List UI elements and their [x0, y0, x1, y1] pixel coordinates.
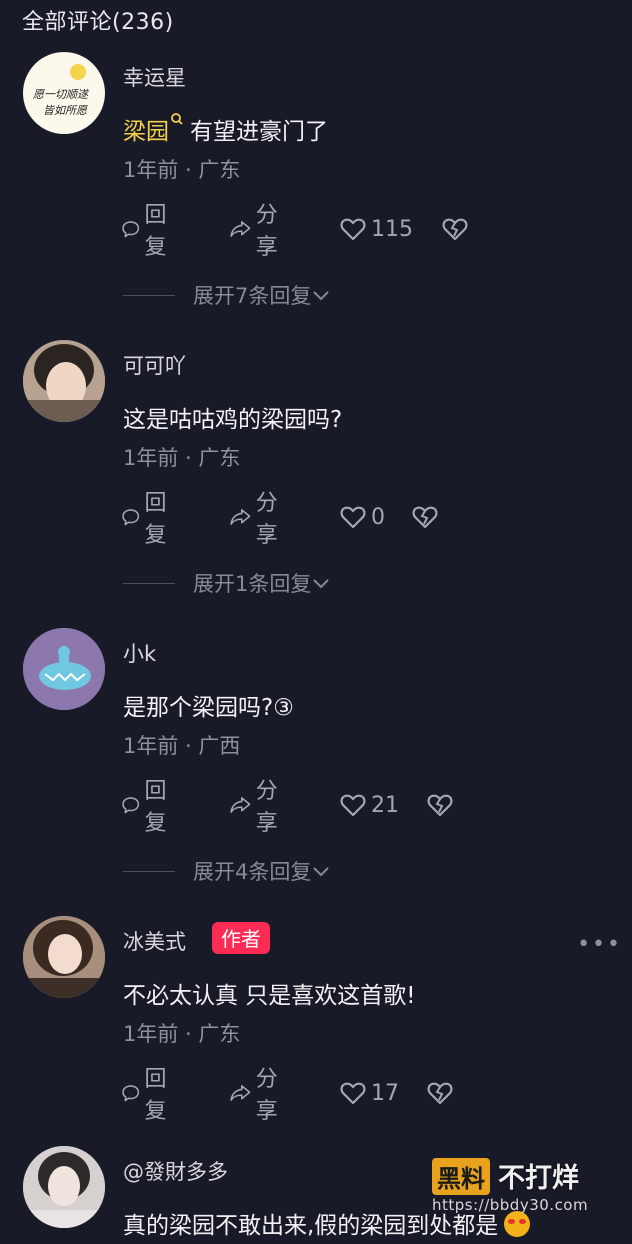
like-count: 21	[371, 792, 399, 818]
reply-label: 回复	[144, 1067, 167, 1124]
share-label: 分享	[255, 491, 278, 548]
comment-meta: 1年前 · 广西	[123, 734, 241, 758]
divider	[123, 582, 175, 584]
broken-heart-icon	[412, 506, 438, 529]
reply-button[interactable]: 回复	[121, 203, 175, 260]
like-count: 17	[371, 1080, 399, 1106]
comment-meta: 1年前 · 广东	[123, 446, 241, 470]
reply-bubble-icon	[122, 797, 140, 814]
expand-replies[interactable]: 展开7条回复	[123, 280, 331, 310]
like-button[interactable]: 0	[339, 500, 385, 534]
like-count: 0	[371, 504, 385, 530]
broken-heart-icon	[442, 218, 468, 241]
expand-replies[interactable]: 展开1条回复	[123, 568, 331, 598]
avatar[interactable]	[23, 1146, 105, 1228]
avatar[interactable]	[23, 340, 105, 422]
avatar[interactable]	[23, 916, 105, 998]
chevron-down-icon	[313, 867, 330, 877]
reply-button[interactable]: 回复	[121, 779, 175, 836]
expand-replies-label: 展开4条回复	[193, 860, 312, 884]
reply-label: 回复	[144, 779, 167, 836]
avatar-text-2: 皆如所愿	[43, 104, 89, 117]
reply-bubble-icon	[122, 509, 140, 526]
share-button[interactable]: 分享	[229, 491, 287, 548]
dislike-button[interactable]	[411, 500, 439, 534]
comment-content: 是那个梁园吗?③	[123, 695, 294, 721]
like-button[interactable]: 17	[339, 1076, 399, 1110]
expand-replies-label: 展开1条回复	[193, 572, 312, 596]
share-label: 分享	[255, 203, 278, 260]
comment-username[interactable]: 小k	[123, 638, 156, 668]
search-icon	[171, 113, 183, 125]
heart-icon	[340, 218, 366, 241]
comments-header: 全部评论(236)	[22, 10, 174, 35]
reply-bubble-icon	[122, 221, 140, 238]
reply-bubble-icon	[122, 1085, 140, 1102]
watermark-logo: 黑料	[432, 1158, 490, 1195]
share-button[interactable]: 分享	[229, 203, 287, 260]
heart-icon	[340, 1082, 366, 1105]
comment-content-text: 有望进豪门了	[190, 119, 328, 145]
share-label: 分享	[255, 779, 278, 836]
comment-meta: 1年前 · 广东	[123, 1022, 241, 1046]
reply-label: 回复	[144, 491, 167, 548]
comment-username[interactable]: 冰美式	[123, 926, 186, 956]
avatar[interactable]	[23, 628, 105, 710]
avatar-image	[23, 1146, 105, 1228]
heart-icon	[340, 506, 366, 529]
like-button[interactable]: 21	[339, 788, 399, 822]
reply-label: 回复	[144, 203, 167, 260]
broken-heart-icon	[427, 794, 453, 817]
share-arrow-icon	[230, 797, 251, 813]
watermark-url: https://bbdy30.com	[432, 1196, 589, 1214]
share-arrow-icon	[230, 221, 251, 237]
like-count: 115	[371, 216, 413, 242]
comment-content: 不必太认真 只是喜欢这首歌!	[123, 983, 416, 1009]
heart-icon	[340, 794, 366, 817]
chevron-down-icon	[313, 291, 330, 301]
comment-username[interactable]: 可可吖	[123, 350, 186, 380]
dislike-button[interactable]	[441, 212, 469, 246]
avatar-image: 愿一切顺遂 皆如所愿	[33, 64, 90, 117]
comment-username[interactable]: 幸运星	[123, 62, 186, 92]
share-label: 分享	[255, 1067, 278, 1124]
watermark-text: 不打烊	[498, 1163, 579, 1194]
broken-heart-icon	[427, 1082, 453, 1105]
avatar-image	[23, 628, 105, 710]
author-badge: 作者	[212, 922, 270, 954]
avatar-text-1: 愿一切顺遂	[33, 88, 90, 101]
dislike-button[interactable]	[426, 1076, 454, 1110]
more-options-icon[interactable]: •••	[577, 932, 622, 957]
keyword-link[interactable]: 梁园	[123, 119, 169, 145]
divider	[123, 870, 175, 872]
like-button[interactable]: 115	[339, 212, 413, 246]
share-arrow-icon	[230, 1085, 251, 1101]
chevron-down-icon	[313, 579, 330, 589]
divider	[123, 294, 175, 296]
comment-username[interactable]: @發財多多	[123, 1156, 228, 1186]
reply-button[interactable]: 回复	[121, 1067, 175, 1124]
comment-meta: 1年前 · 广东	[123, 158, 241, 182]
avatar-image	[23, 340, 105, 422]
comment-content: 这是咕咕鸡的梁园吗?	[123, 407, 343, 433]
expand-replies[interactable]: 展开4条回复	[123, 856, 331, 886]
watermark: 黑料 不打烊 https://bbdy30.com	[432, 1158, 622, 1218]
avatar[interactable]: 愿一切顺遂 皆如所愿	[23, 52, 105, 134]
share-button[interactable]: 分享	[229, 779, 287, 836]
share-arrow-icon	[230, 509, 251, 525]
comment-content: 梁园 有望进豪门了	[123, 112, 328, 146]
share-button[interactable]: 分享	[229, 1067, 287, 1124]
avatar-image	[23, 916, 105, 998]
reply-button[interactable]: 回复	[121, 491, 175, 548]
expand-replies-label: 展开7条回复	[193, 284, 312, 308]
dislike-button[interactable]	[426, 788, 454, 822]
